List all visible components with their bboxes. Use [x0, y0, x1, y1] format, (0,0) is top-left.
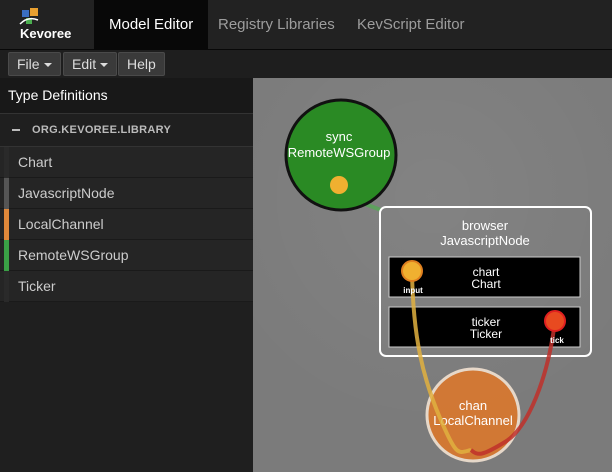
type-definitions-sidebar: Type Definitions ORG.KEVOREE.LIBRARY Cha… [0, 78, 253, 472]
chevron-down-icon [100, 63, 109, 68]
file-menu-button[interactable]: File [8, 52, 61, 76]
type-list: Chart JavascriptNode LocalChannel RemoteWSG… [0, 147, 253, 302]
logo-mark-2 [30, 8, 38, 16]
edit-menu-button[interactable]: Edit [63, 52, 118, 76]
channel-name: chan [459, 398, 487, 413]
type-item-ticker[interactable]: Ticker [0, 271, 253, 302]
sidebar-title: Type Definitions [0, 78, 253, 114]
tab-registry-libraries[interactable]: Registry Libraries [203, 0, 350, 50]
type-item-label: RemoteWSGroup [18, 247, 129, 263]
file-menu-label: File [17, 56, 40, 72]
group-type: RemoteWSGroup [288, 145, 391, 160]
type-item-javascriptnode[interactable]: JavascriptNode [0, 178, 253, 209]
type-item-chart[interactable]: Chart [0, 147, 253, 178]
output-port[interactable] [544, 310, 566, 332]
output-port-label: tick [550, 336, 564, 345]
type-color-bar [4, 209, 9, 240]
top-navbar: Kevoree Model Editor Registry Libraries … [0, 0, 612, 50]
edit-menu-label: Edit [72, 56, 97, 72]
logo-mark-1 [22, 10, 29, 17]
type-color-bar [4, 178, 9, 209]
tab-kevscript-editor[interactable]: KevScript Editor [342, 0, 480, 50]
logo-text: Kevoree [20, 26, 71, 41]
ticker-component-type: Ticker [470, 327, 502, 341]
chart-component-type: Chart [471, 277, 501, 291]
input-port-label: input [403, 286, 423, 295]
input-port[interactable] [401, 260, 423, 282]
tab-model-editor[interactable]: Model Editor [94, 0, 209, 50]
menu-bar: File Edit Help [0, 50, 612, 78]
type-item-remotewsgroup[interactable]: RemoteWSGroup [0, 240, 253, 271]
type-item-label: Chart [18, 154, 53, 170]
type-color-bar [4, 240, 9, 271]
chevron-down-icon [43, 63, 52, 68]
type-color-bar [4, 271, 9, 302]
node-name: browser [462, 218, 509, 233]
type-item-localchannel[interactable]: LocalChannel [0, 209, 253, 240]
type-item-label: LocalChannel [18, 216, 104, 232]
collapse-icon [12, 129, 20, 132]
group-name: sync [326, 129, 353, 144]
library-header[interactable]: ORG.KEVOREE.LIBRARY [0, 114, 253, 147]
model-canvas[interactable]: sync RemoteWSGroup browser JavascriptNod… [253, 78, 612, 472]
type-item-label: JavascriptNode [18, 185, 115, 201]
model-diagram: sync RemoteWSGroup browser JavascriptNod… [284, 98, 592, 463]
node-type: JavascriptNode [440, 233, 530, 248]
group-port[interactable] [330, 176, 348, 194]
kevoree-logo[interactable]: Kevoree [16, 6, 78, 44]
library-name: ORG.KEVOREE.LIBRARY [32, 124, 172, 136]
help-menu-button[interactable]: Help [118, 52, 165, 76]
type-color-bar [4, 147, 9, 178]
type-item-label: Ticker [18, 278, 56, 294]
